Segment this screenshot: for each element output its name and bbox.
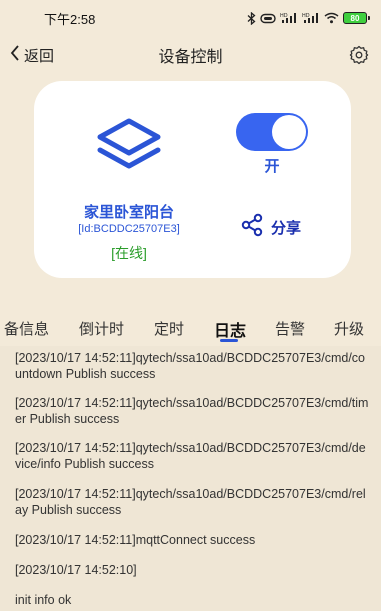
- tab-countdown[interactable]: 倒计时: [79, 318, 124, 339]
- log-list[interactable]: [2023/10/17 14:52:11]qytech/ssa10ad/BCDD…: [0, 346, 381, 611]
- log-entry: [2023/10/17 14:52:11]mqttConnect success: [15, 533, 256, 547]
- gear-icon[interactable]: [349, 45, 369, 65]
- battery-icon: 80: [343, 12, 370, 24]
- online-status: [在线]: [111, 245, 147, 261]
- log-entry: init info ok: [15, 593, 72, 607]
- back-button[interactable]: 返回: [10, 45, 54, 66]
- toggle-knob: [272, 115, 306, 149]
- back-label: 返回: [24, 47, 55, 65]
- tab-alarm[interactable]: 告警: [275, 318, 305, 339]
- status-bar: 下午2:58 HD HD 80: [0, 0, 381, 36]
- log-entry: [2023/10/17 14:52:11]qytech/ssa10ad/BCDD…: [15, 487, 366, 517]
- app-header: 返回 设备控制: [0, 36, 381, 74]
- device-layers-icon: [94, 117, 164, 177]
- vibrate-icon: [260, 13, 276, 24]
- power-state-label: 开: [264, 158, 280, 175]
- device-card: 家里卧室阳台 [Id:BCDDC25707E3] [在线] 开 分享: [34, 81, 351, 278]
- share-label: 分享: [271, 220, 302, 237]
- log-entry: [2023/10/17 14:52:11]qytech/ssa10ad/BCDD…: [15, 351, 365, 381]
- tab-bar: 备信息 倒计时 定时 日志 告警 升级: [0, 312, 381, 346]
- log-entry: [2023/10/17 14:52:10]: [15, 563, 137, 577]
- signal-icon-2: HD: [302, 12, 320, 24]
- status-icons: HD HD 80: [247, 11, 370, 25]
- bluetooth-icon: [247, 11, 256, 25]
- tab-device-info[interactable]: 备信息: [4, 318, 49, 339]
- active-tab-indicator: [220, 339, 238, 342]
- device-id: [Id:BCDDC25707E3]: [78, 223, 180, 235]
- tab-log[interactable]: 日志: [214, 317, 246, 341]
- log-entry: [2023/10/17 14:52:11]qytech/ssa10ad/BCDD…: [15, 396, 369, 426]
- share-icon: [240, 213, 264, 242]
- wifi-icon: [324, 12, 339, 24]
- signal-icon-1: HD: [280, 12, 298, 24]
- power-toggle[interactable]: [236, 113, 308, 151]
- page-title: 设备控制: [158, 49, 223, 66]
- share-button[interactable]: 分享: [240, 213, 301, 242]
- status-time: 下午2:58: [44, 11, 96, 27]
- tab-upgrade[interactable]: 升级: [334, 318, 364, 339]
- tab-timer[interactable]: 定时: [154, 318, 184, 339]
- device-name: 家里卧室阳台: [83, 204, 174, 221]
- chevron-left-icon: [10, 45, 20, 65]
- log-entry: [2023/10/17 14:52:11]qytech/ssa10ad/BCDD…: [15, 441, 366, 471]
